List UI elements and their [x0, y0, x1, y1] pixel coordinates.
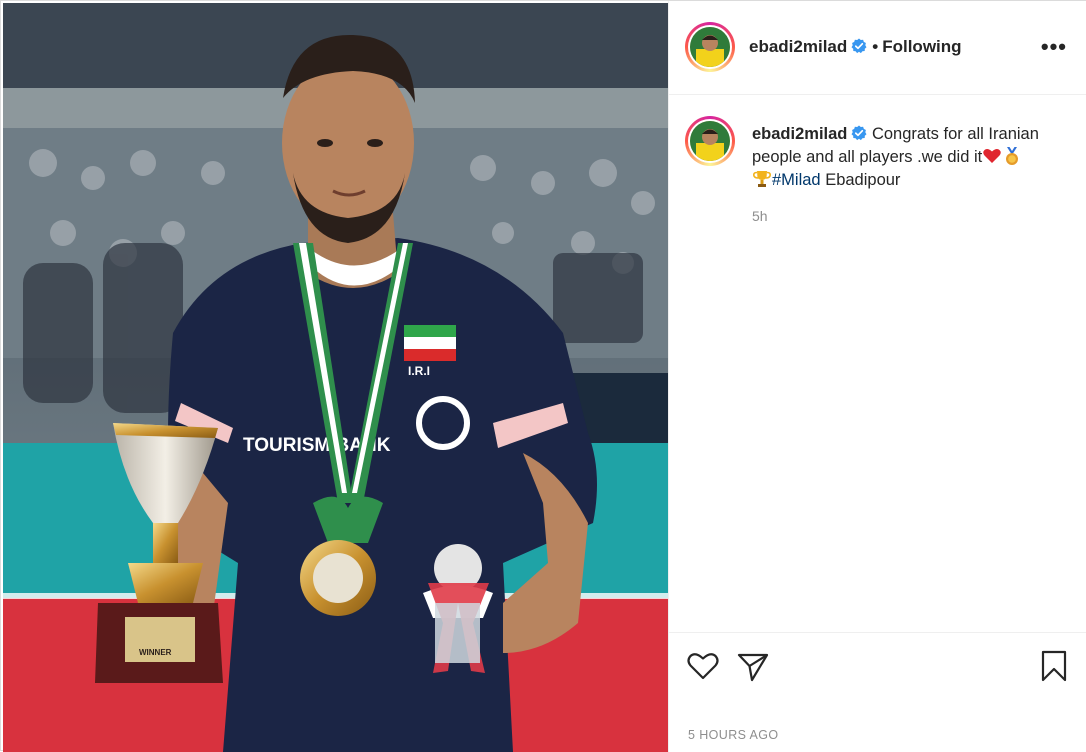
player-photo-illustration: I.R.I TOURISM BANK WINNER [3, 3, 668, 752]
post-sidebar: ebadi2milad • Following ••• ebadi2milad … [668, 1, 1086, 752]
action-bar: 5 HOURS AGO [669, 632, 1086, 752]
comment-timestamp[interactable]: 5h [752, 208, 768, 224]
jersey-flag-text: I.R.I [408, 364, 430, 378]
bookmark-icon[interactable] [1037, 649, 1071, 683]
verified-badge-icon [851, 38, 867, 54]
header-user-row: ebadi2milad • Following [749, 37, 962, 57]
more-options-icon[interactable]: ••• [1041, 36, 1067, 58]
caption-text-block: ebadi2milad Congrats for all Iranian peo… [752, 123, 1072, 192]
post-timestamp[interactable]: 5 HOURS AGO [688, 728, 779, 742]
following-button[interactable]: Following [882, 37, 961, 56]
hashtag-link[interactable]: #Milad [772, 171, 821, 189]
header-username[interactable]: ebadi2milad [749, 37, 847, 56]
red-heart-emoji [983, 149, 1001, 163]
avatar-image [690, 27, 730, 67]
trophy-plate-text: WINNER [139, 648, 172, 657]
trophy-emoji [753, 171, 771, 187]
heart-icon[interactable] [686, 649, 720, 683]
caption-tail: Ebadipour [820, 171, 901, 189]
avatar[interactable] [685, 22, 735, 72]
comment-avatar-image [690, 121, 730, 161]
medal-emoji [1006, 147, 1019, 165]
paper-plane-icon[interactable] [736, 649, 770, 683]
caption-username[interactable]: ebadi2milad [752, 125, 847, 143]
post-window: I.R.I TOURISM BANK WINNER ebadi2milad • … [0, 0, 1086, 752]
verified-badge-icon [851, 125, 867, 141]
comment-avatar[interactable] [685, 116, 735, 166]
post-header: ebadi2milad • Following ••• [669, 1, 1086, 95]
header-separator: • [872, 37, 879, 56]
post-photo[interactable]: I.R.I TOURISM BANK WINNER [3, 3, 668, 752]
